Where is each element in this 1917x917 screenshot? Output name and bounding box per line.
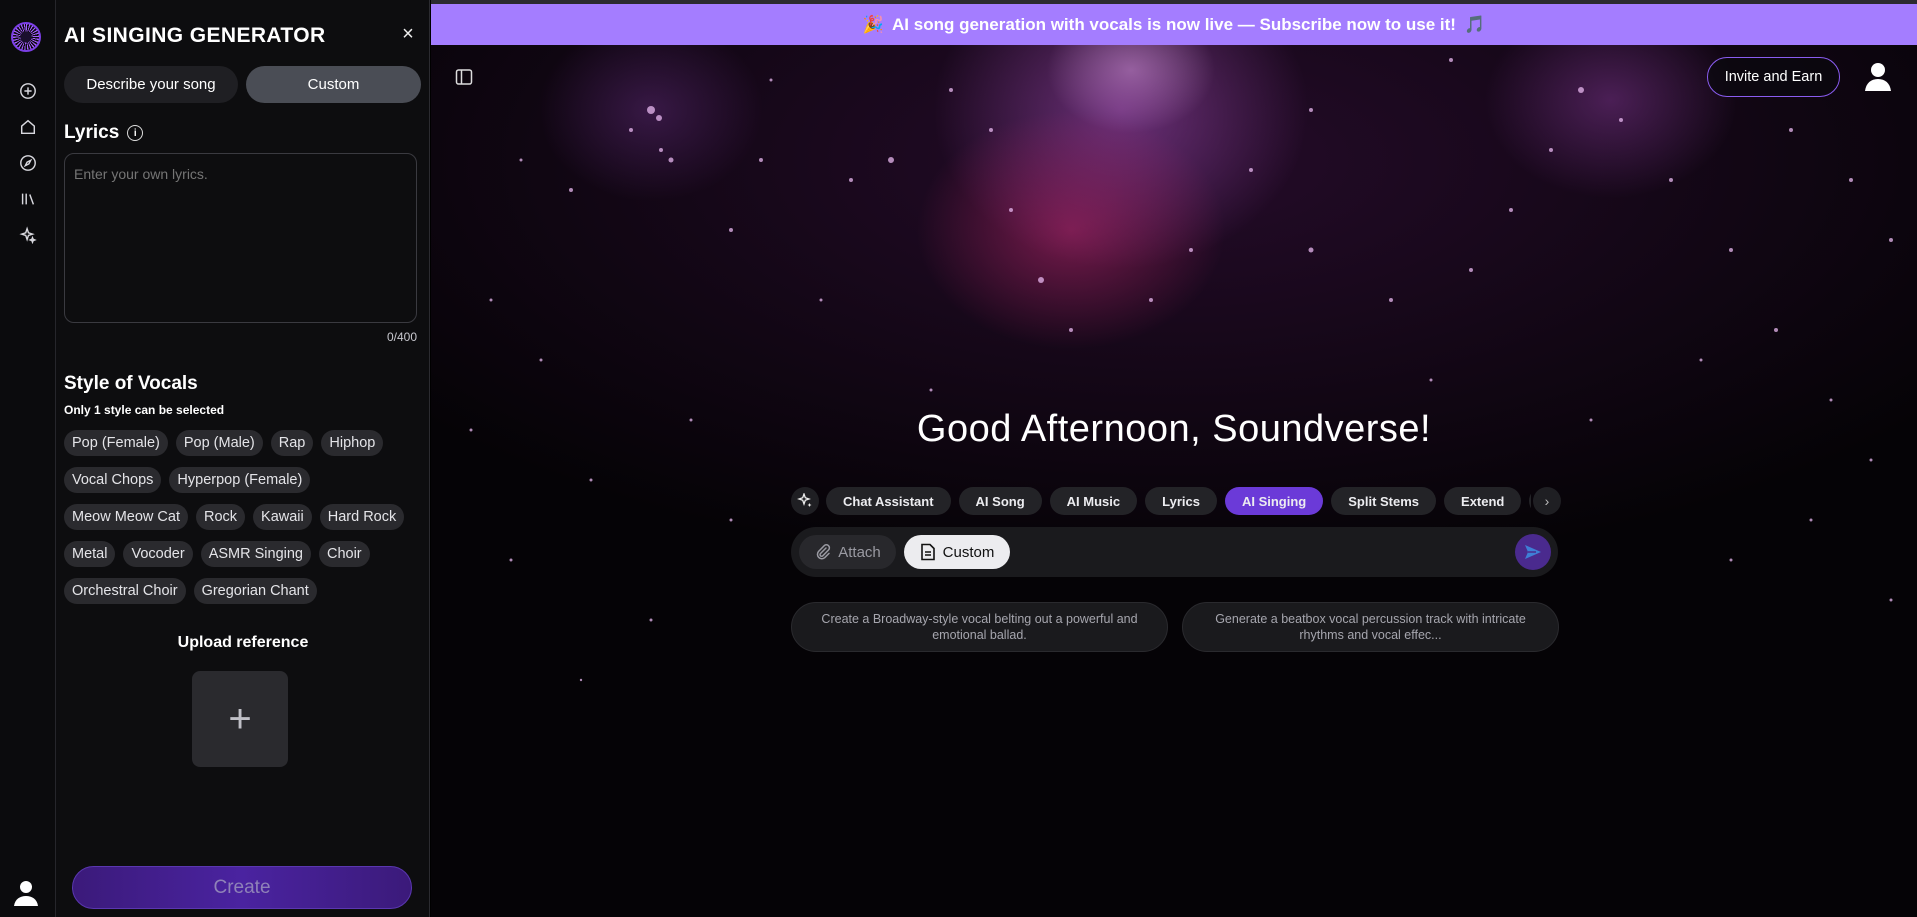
vocal-style-chip[interactable]: Pop (Female)	[64, 430, 168, 456]
home-icon[interactable]	[17, 116, 39, 138]
send-button[interactable]	[1515, 534, 1551, 570]
tool-tab-partial[interactable]: Re	[1529, 487, 1531, 515]
toggle-sidebar-icon[interactable]	[455, 68, 473, 86]
vocal-style-chip[interactable]: Kawaii	[253, 504, 312, 530]
vocal-style-chip[interactable]: ASMR Singing	[200, 541, 311, 567]
lyrics-input[interactable]	[64, 153, 417, 323]
chevron-right-icon[interactable]: ›	[1533, 487, 1561, 515]
custom-tab[interactable]: Custom	[246, 66, 421, 103]
vocal-style-chip[interactable]: Metal	[64, 541, 116, 567]
library-icon[interactable]	[17, 188, 39, 210]
lyrics-char-count: 0/400	[386, 330, 417, 344]
tool-tab-ai-singing[interactable]: AI Singing	[1224, 487, 1324, 515]
main-area: 🎉 AI song generation with vocals is now …	[431, 0, 1917, 917]
vocal-style-chip[interactable]: Vocoder	[123, 541, 193, 567]
lyrics-label-text: Lyrics	[64, 122, 120, 143]
create-new-icon[interactable]	[17, 80, 39, 102]
close-panel-button[interactable]: ×	[398, 24, 418, 44]
custom-label: Custom	[942, 543, 995, 561]
vocal-style-chip[interactable]: Orchestral Choir	[64, 578, 186, 604]
left-rail	[0, 0, 56, 917]
lyrics-label: Lyrics i	[64, 122, 144, 144]
starfield-background	[469, 58, 1893, 682]
describe-song-tab[interactable]: Describe your song	[64, 66, 238, 103]
sparkle-icon	[797, 493, 812, 507]
profile-avatar-icon[interactable]	[11, 877, 41, 907]
tool-tab-chat-assistant[interactable]: Chat Assistant	[826, 487, 951, 515]
magic-wand-button[interactable]	[791, 487, 819, 515]
tool-tab-lyrics[interactable]: Lyrics	[1145, 487, 1217, 515]
invite-and-earn-button[interactable]: Invite and Earn	[1707, 57, 1840, 97]
document-icon	[920, 543, 935, 561]
custom-mode-button[interactable]: Custom	[904, 535, 1010, 569]
attach-button[interactable]: Attach	[799, 535, 896, 569]
tool-tab-split-stems[interactable]: Split Stems	[1331, 487, 1437, 515]
music-note-icon: 🎵	[1463, 14, 1486, 34]
vocal-style-chip[interactable]: Rock	[195, 504, 246, 530]
upload-reference-label: Upload reference	[177, 634, 309, 651]
vocal-style-chip[interactable]: Gregorian Chant	[193, 578, 317, 604]
announcement-banner[interactable]: 🎉 AI song generation with vocals is now …	[431, 4, 1917, 45]
party-icon: 🎉	[862, 14, 885, 34]
prompt-input-bar[interactable]: Attach Custom	[791, 527, 1558, 577]
tool-tab-ai-song[interactable]: AI Song	[958, 487, 1042, 515]
send-arrow-icon	[1525, 545, 1541, 559]
create-button[interactable]: Create	[72, 866, 412, 909]
suggestion-card[interactable]: Create a Broadway-style vocal belting ou…	[791, 602, 1168, 652]
paperclip-icon	[816, 544, 831, 560]
tool-tab-ai-music[interactable]: AI Music	[1049, 487, 1138, 515]
vocal-style-chip[interactable]: Vocal Chops	[64, 467, 162, 493]
singing-generator-panel: AI SINGING GENERATOR × Describe your son…	[56, 0, 430, 917]
soundverse-logo-icon[interactable]	[11, 22, 41, 52]
explore-compass-icon[interactable]	[17, 152, 39, 174]
vocal-style-chip[interactable]: Meow Meow Cat	[64, 504, 188, 530]
plus-icon: +	[228, 696, 252, 741]
vocals-style-hint: Only 1 style can be selected	[64, 403, 225, 417]
tool-tab-extend[interactable]: Extend	[1444, 487, 1522, 515]
greeting-heading: Good Afternoon, Soundverse!	[916, 408, 1432, 450]
vocal-style-chip[interactable]: Hard Rock	[319, 504, 405, 530]
attach-label: Attach	[838, 543, 881, 561]
tool-tabs: Chat Assistant AI Song AI Music Lyrics A…	[826, 487, 1531, 515]
vocal-style-chip[interactable]: Hiphop	[321, 430, 384, 456]
vocal-style-chip[interactable]: Choir	[318, 541, 370, 567]
vocals-style-title: Style of Vocals	[64, 373, 198, 394]
vocal-style-chip[interactable]: Pop (Male)	[175, 430, 263, 456]
app-root: AI SINGING GENERATOR × Describe your son…	[0, 0, 1917, 917]
vocal-style-chip[interactable]: Rap	[270, 430, 314, 456]
panel-title: AI SINGING GENERATOR	[64, 24, 326, 47]
vocal-style-list: Pop (Female) Pop (Male) Rap Hiphop Vocal…	[64, 430, 424, 604]
tool-selector-row: Chat Assistant AI Song AI Music Lyrics A…	[791, 487, 1561, 515]
suggestion-card[interactable]: Generate a beatbox vocal percussion trac…	[1182, 602, 1559, 652]
user-account-icon[interactable]	[1862, 60, 1894, 92]
upload-reference-button[interactable]: +	[192, 671, 288, 767]
vocal-style-chip[interactable]: Hyperpop (Female)	[169, 467, 311, 493]
ai-sparkle-icon[interactable]	[17, 224, 39, 246]
info-icon[interactable]: i	[127, 125, 144, 141]
banner-text: AI song generation with vocals is now li…	[892, 14, 1456, 34]
